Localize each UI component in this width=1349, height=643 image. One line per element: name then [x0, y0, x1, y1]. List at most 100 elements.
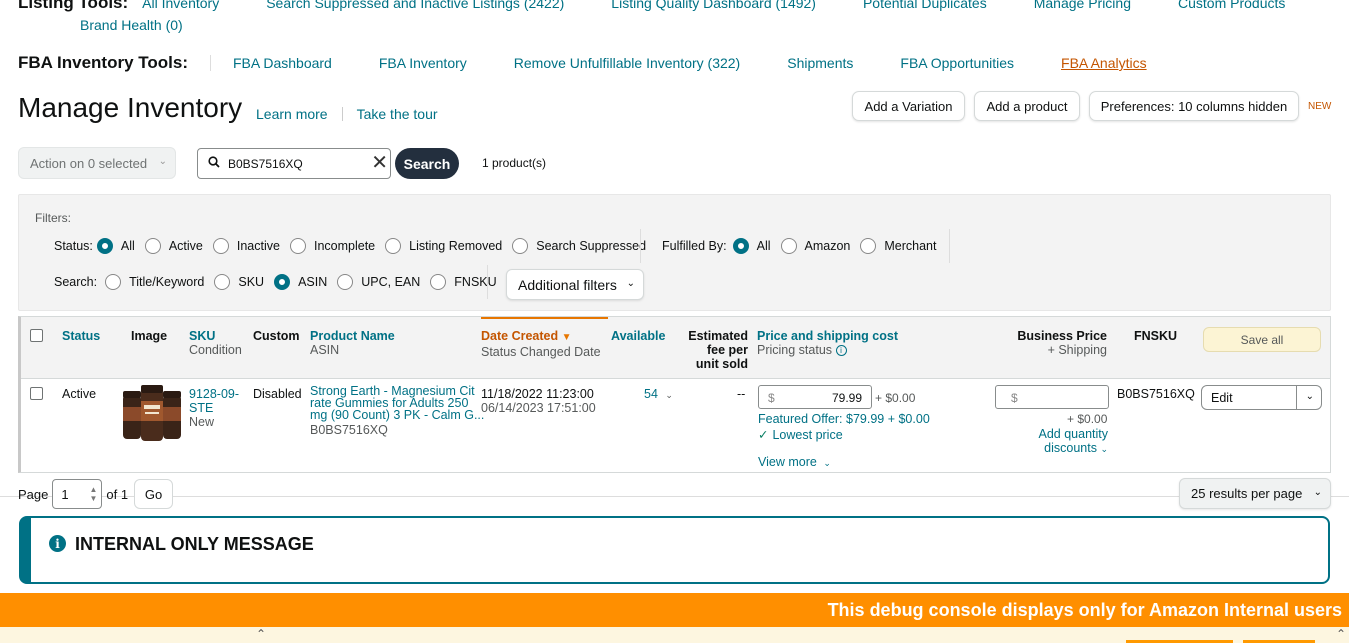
- manage-pricing-link[interactable]: Manage Pricing: [1034, 0, 1131, 11]
- clear-icon[interactable]: ✕: [371, 152, 388, 174]
- search-suppressed-link[interactable]: Search Suppressed and Inactive Listings …: [266, 0, 564, 11]
- divider: [341, 107, 343, 121]
- page-label: Page: [18, 486, 49, 502]
- action-dropdown[interactable]: Action on 0 selected ⌄: [18, 147, 176, 179]
- search-sku-radio[interactable]: [214, 274, 231, 290]
- select-all-checkbox[interactable]: [30, 329, 43, 342]
- status-inactive-radio[interactable]: [212, 238, 229, 254]
- status-listing-removed-radio[interactable]: [385, 238, 402, 254]
- row-sku[interactable]: 9128-09- STE: [189, 387, 239, 415]
- spinner-icon[interactable]: ▲ ▼: [89, 485, 97, 503]
- edit-button[interactable]: Edit ⌄: [1201, 385, 1322, 410]
- product-image[interactable]: [121, 385, 183, 445]
- results-per-page-dropdown[interactable]: 25 results per page ⌄: [1179, 478, 1331, 509]
- status-filter-label: Status:: [54, 239, 93, 253]
- pagination: Page 1 ▲ ▼ of 1 Go: [18, 479, 174, 509]
- filters-panel: Filters: Status: All Active Inactive Inc…: [18, 194, 1331, 311]
- row-status-changed: 06/14/2023 17:51:00: [481, 401, 596, 415]
- price-currency: $: [768, 391, 775, 405]
- go-button[interactable]: Go: [134, 479, 174, 509]
- search-fnsku-label: FNSKU: [454, 275, 497, 289]
- potential-duplicates-link[interactable]: Potential Duplicates: [863, 0, 987, 11]
- fee-header-line1: Estimated: [688, 329, 748, 343]
- row-sku-line2: STE: [189, 401, 214, 415]
- shipping-header-label: + Shipping: [1047, 343, 1107, 357]
- search-asin-label: ASIN: [298, 275, 328, 289]
- fulfilled-all-radio[interactable]: [732, 238, 749, 254]
- add-quantity-discounts-link[interactable]: Add quantity discounts ⌄: [1011, 427, 1109, 456]
- date-created-header-label[interactable]: Date Created: [481, 329, 558, 343]
- fulfilled-merchant-radio[interactable]: [860, 238, 877, 254]
- row-product-name[interactable]: Strong Earth - Magnesium Cit rate Gummie…: [310, 385, 484, 422]
- view-more-link[interactable]: View more ⌄: [758, 455, 831, 470]
- product-name-header[interactable]: Product Name ASIN: [310, 329, 395, 357]
- page-number-value: 1: [61, 486, 69, 502]
- search-upc-label: UPC, EAN: [361, 275, 421, 289]
- price-input[interactable]: $ 79.99: [758, 385, 872, 409]
- image-header: Image: [131, 329, 168, 343]
- status-header[interactable]: Status: [62, 329, 100, 343]
- date-created-header[interactable]: Date Created ▼ Status Changed Date: [481, 329, 601, 359]
- learn-more-link[interactable]: Learn more: [256, 106, 328, 122]
- fulfilled-merchant-label: Merchant: [884, 239, 937, 253]
- row-available[interactable]: 54 ⌄: [644, 387, 673, 402]
- fba-inventory-link[interactable]: FBA Inventory: [379, 55, 467, 71]
- save-all-button[interactable]: Save all: [1203, 327, 1321, 352]
- fba-tools-label: FBA Inventory Tools:: [18, 53, 188, 72]
- pricing-status-label: Pricing status: [757, 343, 833, 357]
- business-price-input[interactable]: $: [995, 385, 1109, 409]
- collapse-icon[interactable]: ⌃: [1336, 627, 1346, 641]
- remove-unfulfillable-link[interactable]: Remove Unfulfillable Inventory (322): [514, 55, 740, 71]
- listing-tools-label: Listing Tools:: [18, 0, 129, 12]
- chevron-down-icon: ⌄: [158, 156, 167, 167]
- shipments-link[interactable]: Shipments: [787, 55, 853, 71]
- search-upc-radio[interactable]: [337, 274, 354, 290]
- all-inventory-link[interactable]: All Inventory: [142, 0, 219, 11]
- chevron-down-icon[interactable]: ⌄: [1306, 391, 1314, 402]
- listing-quality-link[interactable]: Listing Quality Dashboard (1492): [611, 0, 816, 11]
- search-title-radio[interactable]: [105, 274, 122, 290]
- brand-health-link[interactable]: Brand Health (0): [80, 17, 183, 33]
- row-fee: --: [737, 387, 746, 401]
- table-header: Status Image SKU Condition Custom Produc…: [21, 317, 1330, 379]
- search-button[interactable]: Search: [395, 148, 459, 179]
- additional-filters-button[interactable]: Additional filters ⌄: [506, 269, 644, 300]
- fulfilled-filter-row: Fulfilled By: All Amazon Merchant: [662, 238, 946, 254]
- price-header-label[interactable]: Price and shipping cost: [757, 329, 898, 343]
- sku-header-label[interactable]: SKU: [189, 329, 215, 343]
- fulfilled-amazon-radio[interactable]: [780, 238, 797, 254]
- search-fnsku-radio[interactable]: [430, 274, 447, 290]
- divider: [949, 229, 950, 263]
- info-icon[interactable]: i: [835, 345, 847, 357]
- search-input[interactable]: B0BS7516XQ ✕: [197, 148, 391, 179]
- status-incomplete-radio[interactable]: [289, 238, 306, 254]
- info-icon: i: [49, 535, 66, 552]
- quantity-discounts-line2-text: discounts: [1044, 441, 1097, 455]
- search-asin-radio[interactable]: [274, 274, 291, 290]
- status-all-radio[interactable]: [96, 238, 113, 254]
- status-active-radio[interactable]: [144, 238, 161, 254]
- fba-opportunities-link[interactable]: FBA Opportunities: [900, 55, 1014, 71]
- preferences-button[interactable]: Preferences: 10 columns hidden: [1089, 91, 1299, 121]
- quantity-discounts-line2: discounts ⌄: [1011, 441, 1108, 456]
- take-tour-link[interactable]: Take the tour: [357, 106, 438, 122]
- available-header[interactable]: Available: [611, 329, 665, 343]
- price-header[interactable]: Price and shipping cost Pricing status i: [757, 329, 898, 357]
- fulfilled-amazon-label: Amazon: [804, 239, 851, 253]
- custom-products-link[interactable]: Custom Products: [1178, 0, 1285, 11]
- add-variation-button[interactable]: Add a Variation: [852, 91, 965, 121]
- row-date-created: 11/18/2022 11:23:00: [481, 387, 594, 401]
- add-product-button[interactable]: Add a product: [974, 91, 1080, 121]
- collapse-icon[interactable]: ⌃: [256, 627, 266, 641]
- action-dropdown-label: Action on 0 selected: [30, 155, 148, 171]
- sku-header[interactable]: SKU Condition: [189, 329, 242, 357]
- product-name-header-label[interactable]: Product Name: [310, 329, 395, 343]
- page-number-input[interactable]: 1 ▲ ▼: [52, 479, 103, 509]
- debug-console-text: This debug console displays only for Ama…: [827, 600, 1342, 620]
- row-checkbox[interactable]: [30, 387, 43, 400]
- pricing-status-header: Pricing status i: [757, 343, 898, 357]
- edit-button-label: Edit: [1211, 390, 1233, 405]
- fba-analytics-link[interactable]: FBA Analytics: [1061, 55, 1147, 71]
- status-search-suppressed-radio[interactable]: [512, 238, 529, 254]
- fba-dashboard-link[interactable]: FBA Dashboard: [233, 55, 332, 71]
